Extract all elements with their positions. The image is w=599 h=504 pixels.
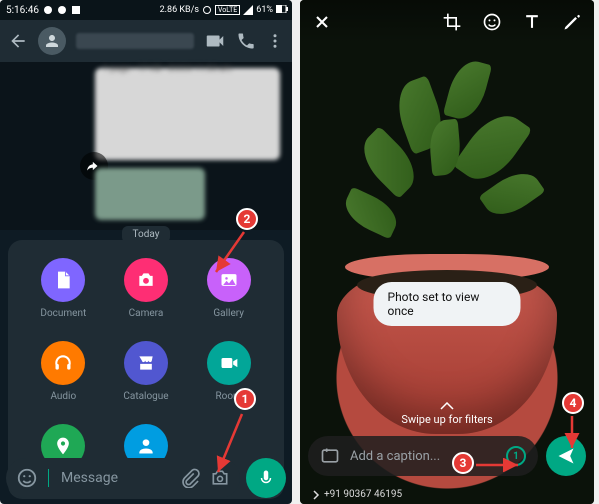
- crop-icon[interactable]: [442, 12, 462, 32]
- attach-label: Audio: [50, 391, 76, 402]
- caption-bar: Add a caption... 1: [308, 436, 586, 476]
- chat-messages[interactable]: 1 page • 17 KB • DOCX 11:54 am Today: [0, 62, 292, 230]
- text-cursor: [48, 469, 49, 487]
- notification-icon: [71, 5, 81, 15]
- draw-icon[interactable]: [562, 12, 582, 32]
- store-icon: [124, 341, 168, 385]
- back-icon[interactable]: [8, 31, 28, 51]
- sticker-icon[interactable]: [482, 12, 502, 32]
- message-input[interactable]: Message: [6, 458, 240, 498]
- menu-icon[interactable]: [266, 32, 284, 50]
- chevron-up-icon: [440, 402, 454, 410]
- attach-camera[interactable]: Camera: [124, 258, 168, 319]
- avatar[interactable]: [38, 27, 66, 55]
- headphones-icon: [41, 341, 85, 385]
- document-message[interactable]: 1 page • 17 KB • DOCX 11:54 am: [95, 68, 280, 160]
- chevron-right-icon: [312, 490, 320, 500]
- attach-label: Document: [40, 308, 86, 319]
- photo-preview[interactable]: [300, 0, 594, 504]
- net-speed: 2.86 KB/s: [160, 5, 199, 15]
- attach-document[interactable]: Document: [40, 258, 86, 319]
- view-once-toast: Photo set to view once: [374, 282, 521, 326]
- gallery-icon: [207, 258, 251, 302]
- voice-call-icon[interactable]: [236, 31, 256, 51]
- video-room-icon: [207, 341, 251, 385]
- signal-icon: [243, 5, 253, 15]
- message-input-bar: Message: [6, 458, 286, 498]
- contact-name[interactable]: [76, 33, 194, 49]
- add-photo-icon[interactable]: [320, 446, 340, 466]
- attach-label: Catalogue: [123, 391, 168, 402]
- document-icon: [41, 258, 85, 302]
- attach-gallery[interactable]: Gallery: [207, 258, 251, 319]
- attach-label: Camera: [129, 308, 164, 319]
- attach-label: Gallery: [213, 308, 244, 319]
- notification-icon: [43, 5, 53, 15]
- caption-input[interactable]: Add a caption... 1: [308, 436, 538, 476]
- mic-button[interactable]: [246, 458, 286, 498]
- emoji-icon[interactable]: [16, 467, 38, 489]
- swipe-hint: Swipe up for filters: [300, 413, 594, 426]
- recipient-bar[interactable]: +91 90367 46195: [312, 489, 582, 500]
- callout-2: 2: [236, 208, 258, 230]
- whatsapp-photo-editor: Photo set to view once Swipe up for filt…: [300, 0, 594, 504]
- statusbar-time: 5:16:46: [6, 5, 39, 16]
- send-button[interactable]: [546, 436, 586, 476]
- view-once-button[interactable]: 1: [506, 446, 526, 466]
- callout-3: 3: [452, 452, 474, 474]
- battery-icon: [276, 5, 286, 15]
- callout-4: 4: [562, 392, 584, 414]
- chat-header: [0, 20, 292, 62]
- video-call-icon[interactable]: [204, 30, 226, 52]
- notification-icon: [57, 5, 67, 15]
- whatsapp-chat-screen: 5:16:46 2.86 KB/s VoLTE 61%: [0, 0, 292, 504]
- callout-1: 1: [234, 388, 256, 410]
- message-placeholder: Message: [61, 470, 170, 486]
- attach-icon[interactable]: [180, 468, 200, 488]
- attach-catalogue[interactable]: Catalogue: [123, 341, 168, 402]
- volte-badge: VoLTE: [215, 5, 240, 15]
- android-statusbar: 5:16:46 2.86 KB/s VoLTE 61%: [0, 0, 292, 20]
- message-bubble[interactable]: [95, 168, 205, 220]
- attach-audio[interactable]: Audio: [41, 341, 85, 402]
- editor-toolbar: [300, 0, 594, 44]
- alarm-icon: [202, 5, 212, 15]
- text-icon[interactable]: [522, 12, 542, 32]
- camera-icon[interactable]: [210, 468, 230, 488]
- close-icon[interactable]: [312, 12, 332, 32]
- camera-icon: [124, 258, 168, 302]
- recipient-number: +91 90367 46195: [324, 489, 402, 500]
- battery-percent: 61%: [256, 5, 273, 15]
- doc-meta: 1 page • 17 KB • DOCX 11:54 am: [103, 64, 232, 74]
- caption-placeholder: Add a caption...: [350, 449, 496, 464]
